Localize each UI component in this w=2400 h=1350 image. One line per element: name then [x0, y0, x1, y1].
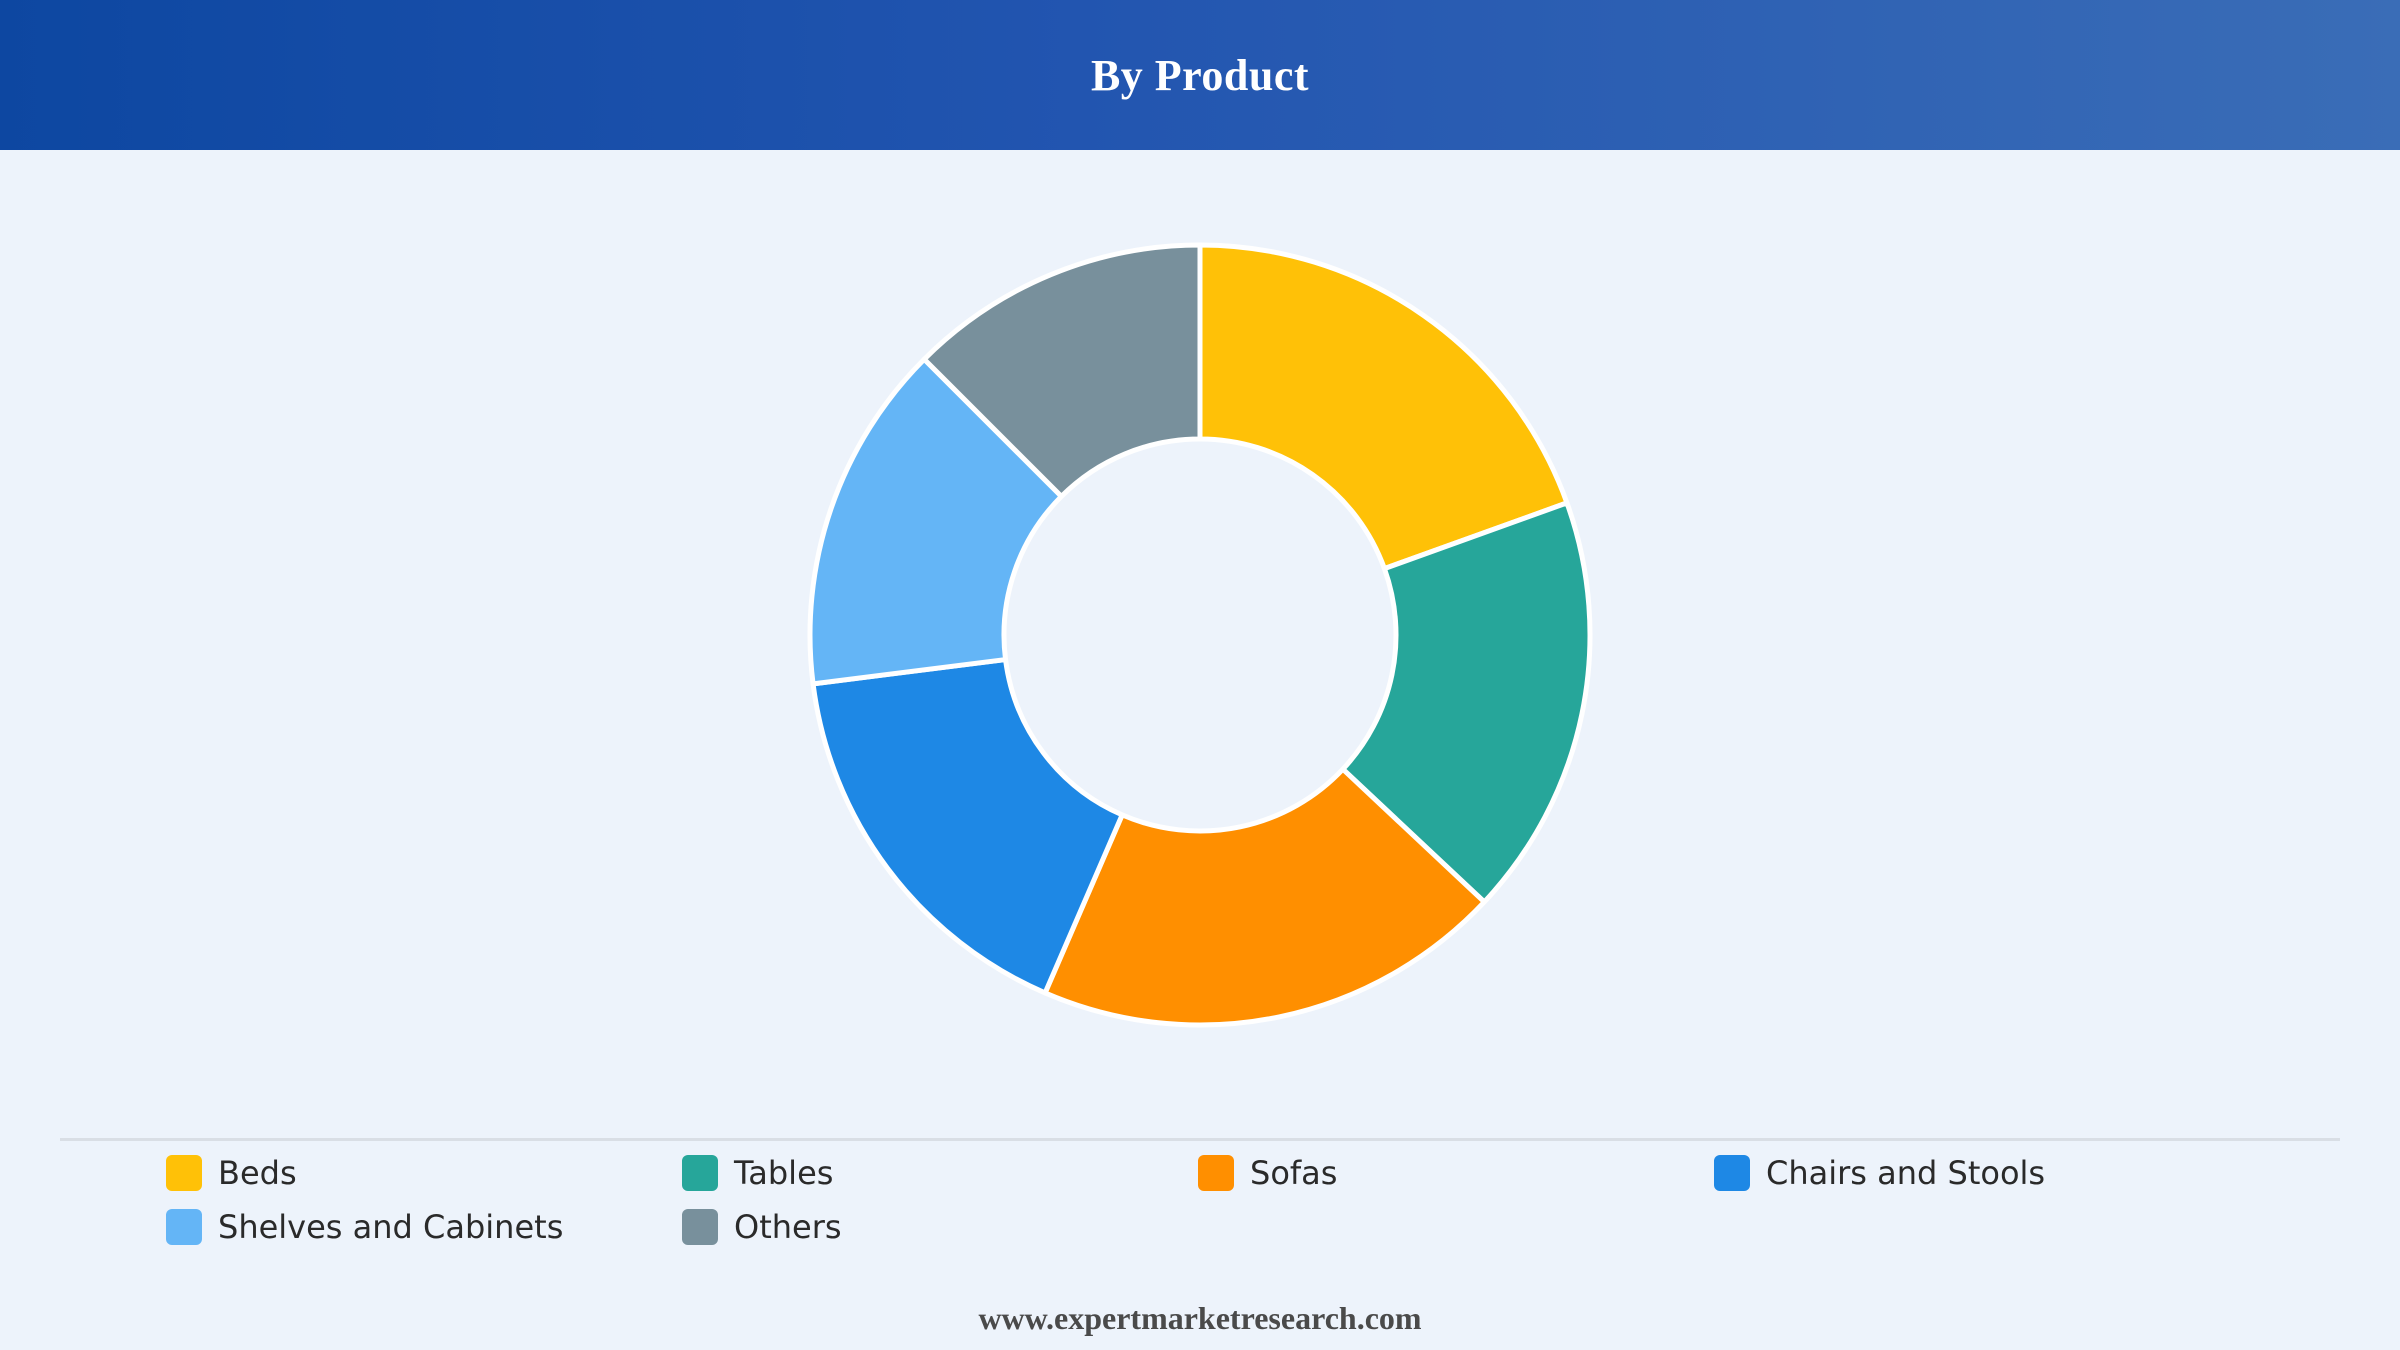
legend-item-others[interactable]: Others [682, 1208, 1198, 1246]
legend-item-beds[interactable]: Beds [166, 1154, 682, 1192]
chart-title: By Product [1090, 50, 1310, 100]
legend-divider [60, 1138, 2340, 1141]
source-footer: www.expertmarketresearch.com [978, 1300, 1422, 1336]
donut-chart [807, 242, 1593, 1028]
donut-chart-area [0, 150, 2400, 1130]
legend-swatch [682, 1155, 718, 1191]
chart-header: By Product [0, 0, 2400, 150]
legend-swatch [1198, 1155, 1234, 1191]
legend-label: Others [734, 1208, 842, 1246]
legend-item-tables[interactable]: Tables [682, 1154, 1198, 1192]
legend-swatch [166, 1209, 202, 1245]
legend-label: Chairs and Stools [1766, 1154, 2046, 1192]
legend-swatch [1714, 1155, 1750, 1191]
legend-swatch [682, 1209, 718, 1245]
legend-item-sofas[interactable]: Sofas [1198, 1154, 1714, 1192]
legend-item-chairs-and-stools[interactable]: Chairs and Stools [1714, 1154, 2230, 1192]
legend-label: Sofas [1250, 1154, 1338, 1192]
chart-legend: Beds Tables Sofas Chairs and Stools Shelves … [166, 1154, 2266, 1246]
legend-item-shelves-and-cabinets[interactable]: Shelves and Cabinets [166, 1208, 682, 1246]
legend-label: Shelves and Cabinets [218, 1208, 564, 1246]
legend-swatch [166, 1155, 202, 1191]
legend-label: Beds [218, 1154, 297, 1192]
legend-label: Tables [734, 1154, 834, 1192]
